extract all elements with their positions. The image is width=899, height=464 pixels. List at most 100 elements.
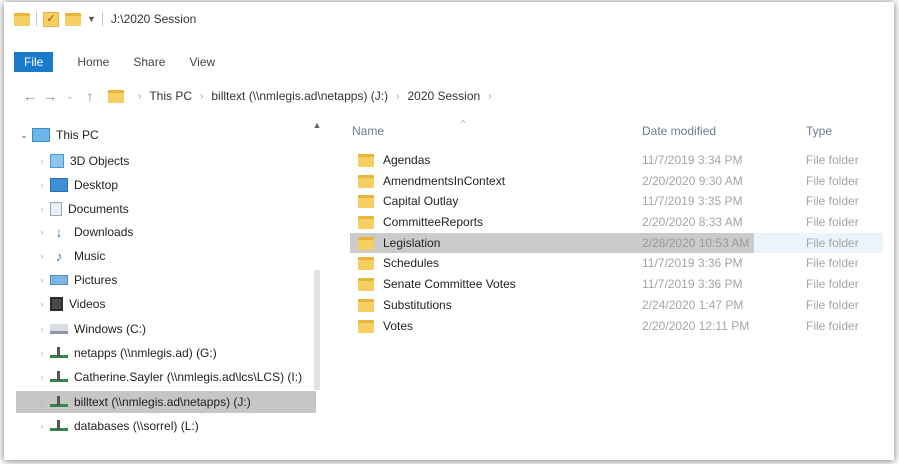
nav-item-label: Music (74, 249, 106, 263)
forward-arrow-icon[interactable]: → (40, 88, 60, 104)
nav-pane-scrollbar[interactable]: ▲ (312, 120, 322, 460)
nav-item-label: Videos (69, 297, 106, 311)
title-bar: ✓ ▼ J:\2020 Session (4, 2, 894, 36)
folder-icon (358, 174, 374, 188)
toolbar-divider (36, 12, 37, 26)
folder-icon (358, 256, 374, 270)
properties-check-icon[interactable]: ✓ (43, 11, 59, 27)
expand-chevron-icon[interactable]: › (34, 275, 50, 285)
list-item-type-cell[interactable]: File folder (350, 233, 889, 253)
recent-dropdown-icon[interactable]: ⌄ (60, 91, 80, 102)
up-arrow-icon[interactable]: ↑ (80, 88, 100, 104)
folder-icon[interactable] (14, 12, 30, 26)
nav-item-label: Windows (C:) (74, 322, 147, 336)
documents-icon (50, 202, 62, 216)
breadcrumb-billtext[interactable]: billtext (\\nmlegis.ad\netapps) (J:) (211, 89, 388, 103)
column-header-name[interactable]: Name (352, 124, 384, 138)
sort-caret-icon: ^ (461, 118, 466, 128)
scrollbar-thumb[interactable] (314, 270, 320, 390)
ribbon-tabs: File Home Share View (4, 52, 894, 72)
folder-icon (358, 298, 374, 312)
expand-chevron-icon[interactable]: › (34, 348, 50, 358)
file-date: 2/20/2020 8:33 AM (642, 215, 743, 229)
list-item[interactable]: CommitteeReports 2/20/2020 8:33 AM File … (350, 212, 889, 232)
expand-chevron-icon[interactable]: › (34, 180, 50, 190)
folder-icon (358, 319, 374, 333)
nav-item-this-pc[interactable]: ⌄ This PC (16, 124, 316, 146)
back-arrow-icon[interactable]: ← (20, 88, 40, 104)
quick-access-toolbar: ✓ ▼ (14, 11, 103, 27)
column-header-type[interactable]: Type (806, 124, 832, 138)
breadcrumb-chevron-icon[interactable]: › (396, 91, 399, 102)
network-drive-icon (50, 370, 68, 382)
tab-file[interactable]: File (14, 52, 54, 72)
file-date: 2/20/2020 9:30 AM (642, 174, 743, 188)
nav-item-label: Downloads (74, 225, 134, 239)
nav-item-label: Pictures (74, 273, 118, 287)
nav-item-documents[interactable]: › Documents (16, 198, 316, 220)
breadcrumb[interactable]: › This PC › billtext (\\nmlegis.ad\netap… (108, 89, 500, 103)
file-name: CommitteeReports (383, 215, 484, 229)
file-name: Senate Committee Votes (383, 277, 516, 291)
expand-chevron-icon[interactable]: › (34, 397, 50, 407)
file-explorer-window: ✓ ▼ J:\2020 Session File Home Share View… (4, 2, 894, 460)
file-type: File folder (806, 319, 859, 333)
nav-item-databases-l[interactable]: › databases (\\sorrel) (L:) (16, 415, 316, 437)
nav-item-billtext-j[interactable]: › billtext (\\nmlegis.ad\netapps) (J:) (16, 391, 316, 413)
list-item[interactable]: Senate Committee Votes 11/7/2019 3:36 PM… (350, 274, 889, 294)
file-type: File folder (806, 215, 859, 229)
nav-item-pictures[interactable]: › Pictures (16, 269, 316, 291)
column-header-date-modified[interactable]: Date modified (642, 124, 716, 138)
nav-item-label: Documents (68, 202, 129, 216)
expand-chevron-icon[interactable]: › (34, 204, 50, 214)
nav-item-label: Catherine.Sayler (\\nmlegis.ad\lcs\LCS) … (74, 370, 303, 384)
nav-item-3d-objects[interactable]: › 3D Objects (16, 150, 316, 172)
nav-item-catherine-sayler-i[interactable]: › Catherine.Sayler (\\nmlegis.ad\lcs\LCS… (16, 366, 316, 388)
collapse-chevron-icon[interactable]: ⌄ (16, 130, 32, 141)
list-item[interactable]: Agendas 11/7/2019 3:34 PM File folder (350, 150, 889, 170)
expand-chevron-icon[interactable]: › (34, 156, 50, 166)
list-item[interactable]: Substitutions 2/24/2020 1:47 PM File fol… (350, 295, 889, 315)
list-item[interactable]: AmendmentsInContext 2/20/2020 9:30 AM Fi… (350, 171, 889, 191)
breadcrumb-this-pc[interactable]: This PC (149, 89, 192, 103)
expand-chevron-icon[interactable]: › (34, 372, 50, 382)
pictures-icon (50, 275, 68, 285)
folder-icon (358, 153, 374, 167)
nav-item-windows-c[interactable]: › Windows (C:) (16, 318, 316, 340)
tab-home[interactable]: Home (77, 55, 109, 69)
nav-item-desktop[interactable]: › Desktop (16, 174, 316, 196)
breadcrumb-chevron-icon[interactable]: › (138, 91, 141, 102)
breadcrumb-chevron-icon[interactable]: › (200, 91, 203, 102)
customize-dropdown-icon[interactable]: ▼ (87, 14, 96, 24)
scroll-up-icon[interactable]: ▲ (312, 120, 322, 130)
tab-share[interactable]: Share (133, 55, 165, 69)
expand-chevron-icon[interactable]: › (34, 299, 50, 309)
expand-chevron-icon[interactable]: › (34, 421, 50, 431)
folder-icon (358, 215, 374, 229)
tab-view[interactable]: View (189, 55, 215, 69)
expand-chevron-icon[interactable]: › (34, 227, 50, 237)
window-title: J:\2020 Session (110, 12, 197, 26)
nav-item-downloads[interactable]: › ↓ Downloads (16, 221, 316, 243)
list-item[interactable]: Votes 2/20/2020 12:11 PM File folder (350, 316, 889, 336)
expand-chevron-icon[interactable]: › (34, 324, 50, 334)
nav-item-label: Desktop (74, 178, 119, 192)
3d-objects-icon (50, 154, 64, 168)
music-icon: ♪ (55, 248, 63, 264)
nav-item-label: netapps (\\nmlegis.ad) (G:) (74, 346, 217, 360)
nav-item-videos[interactable]: › Videos (16, 293, 316, 315)
breadcrumb-2020-session[interactable]: 2020 Session (407, 89, 480, 103)
file-date: 11/7/2019 3:34 PM (642, 153, 743, 167)
folder-icon (358, 194, 374, 208)
drive-icon (50, 324, 68, 334)
network-drive-icon (50, 419, 68, 431)
expand-chevron-icon[interactable]: › (34, 251, 50, 261)
nav-item-music[interactable]: › ♪ Music (16, 245, 316, 267)
breadcrumb-chevron-icon[interactable]: › (488, 91, 491, 102)
new-folder-icon[interactable] (65, 12, 81, 26)
file-name: AmendmentsInContext (383, 174, 506, 188)
nav-item-netapps-g[interactable]: › netapps (\\nmlegis.ad) (G:) (16, 342, 316, 364)
file-list: ^ Name Date modified Type Agendas 11/7/2… (344, 118, 889, 460)
list-item[interactable]: Schedules 11/7/2019 3:36 PM File folder (350, 253, 889, 273)
list-item[interactable]: Capital Outlay 11/7/2019 3:35 PM File fo… (350, 191, 889, 211)
